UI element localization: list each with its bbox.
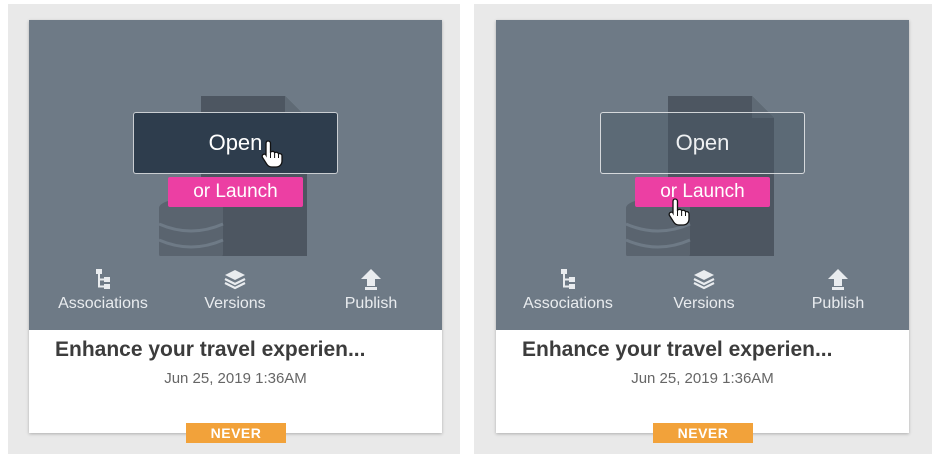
card-title[interactable]: Enhance your travel experien... xyxy=(55,338,435,362)
card-preview: Open or Launch Associations Versions Pub… xyxy=(29,20,442,330)
card-preview: Open or Launch Associations Versions Pub… xyxy=(496,20,909,330)
publish-label: Publish xyxy=(344,295,398,312)
associations-label: Associations xyxy=(58,295,148,312)
associations-button[interactable]: Associations xyxy=(516,268,620,324)
associations-button[interactable]: Associations xyxy=(51,268,155,324)
associations-label: Associations xyxy=(523,295,613,312)
card-title[interactable]: Enhance your travel experien... xyxy=(522,338,902,362)
layers-icon xyxy=(224,270,246,290)
versions-label: Versions xyxy=(204,295,266,312)
launch-button[interactable]: or Launch xyxy=(635,177,770,207)
hierarchy-icon xyxy=(561,269,575,289)
versions-button[interactable]: Versions xyxy=(664,268,744,324)
upload-arrow-icon xyxy=(361,269,381,290)
hierarchy-icon xyxy=(96,269,110,289)
project-card[interactable]: Open or Launch Associations Versions Pub… xyxy=(29,20,442,443)
versions-label: Versions xyxy=(673,295,735,312)
publish-label: Publish xyxy=(811,295,865,312)
upload-arrow-icon xyxy=(828,269,848,290)
open-button[interactable]: Open xyxy=(133,112,338,174)
layers-icon xyxy=(693,270,715,290)
hand-pointer-icon xyxy=(668,198,690,226)
hand-pointer-icon xyxy=(261,140,283,168)
status-badge: NEVER xyxy=(186,423,286,443)
project-card[interactable]: Open or Launch Associations Versions Pub… xyxy=(496,20,909,443)
publish-button[interactable]: Publish xyxy=(333,268,409,324)
card-date: Jun 25, 2019 1:36AM xyxy=(631,370,774,387)
open-button[interactable]: Open xyxy=(600,112,805,174)
versions-button[interactable]: Versions xyxy=(195,268,275,324)
publish-button[interactable]: Publish xyxy=(800,268,876,324)
card-date: Jun 25, 2019 1:36AM xyxy=(164,370,307,387)
status-badge: NEVER xyxy=(653,423,753,443)
launch-button[interactable]: or Launch xyxy=(168,177,303,207)
